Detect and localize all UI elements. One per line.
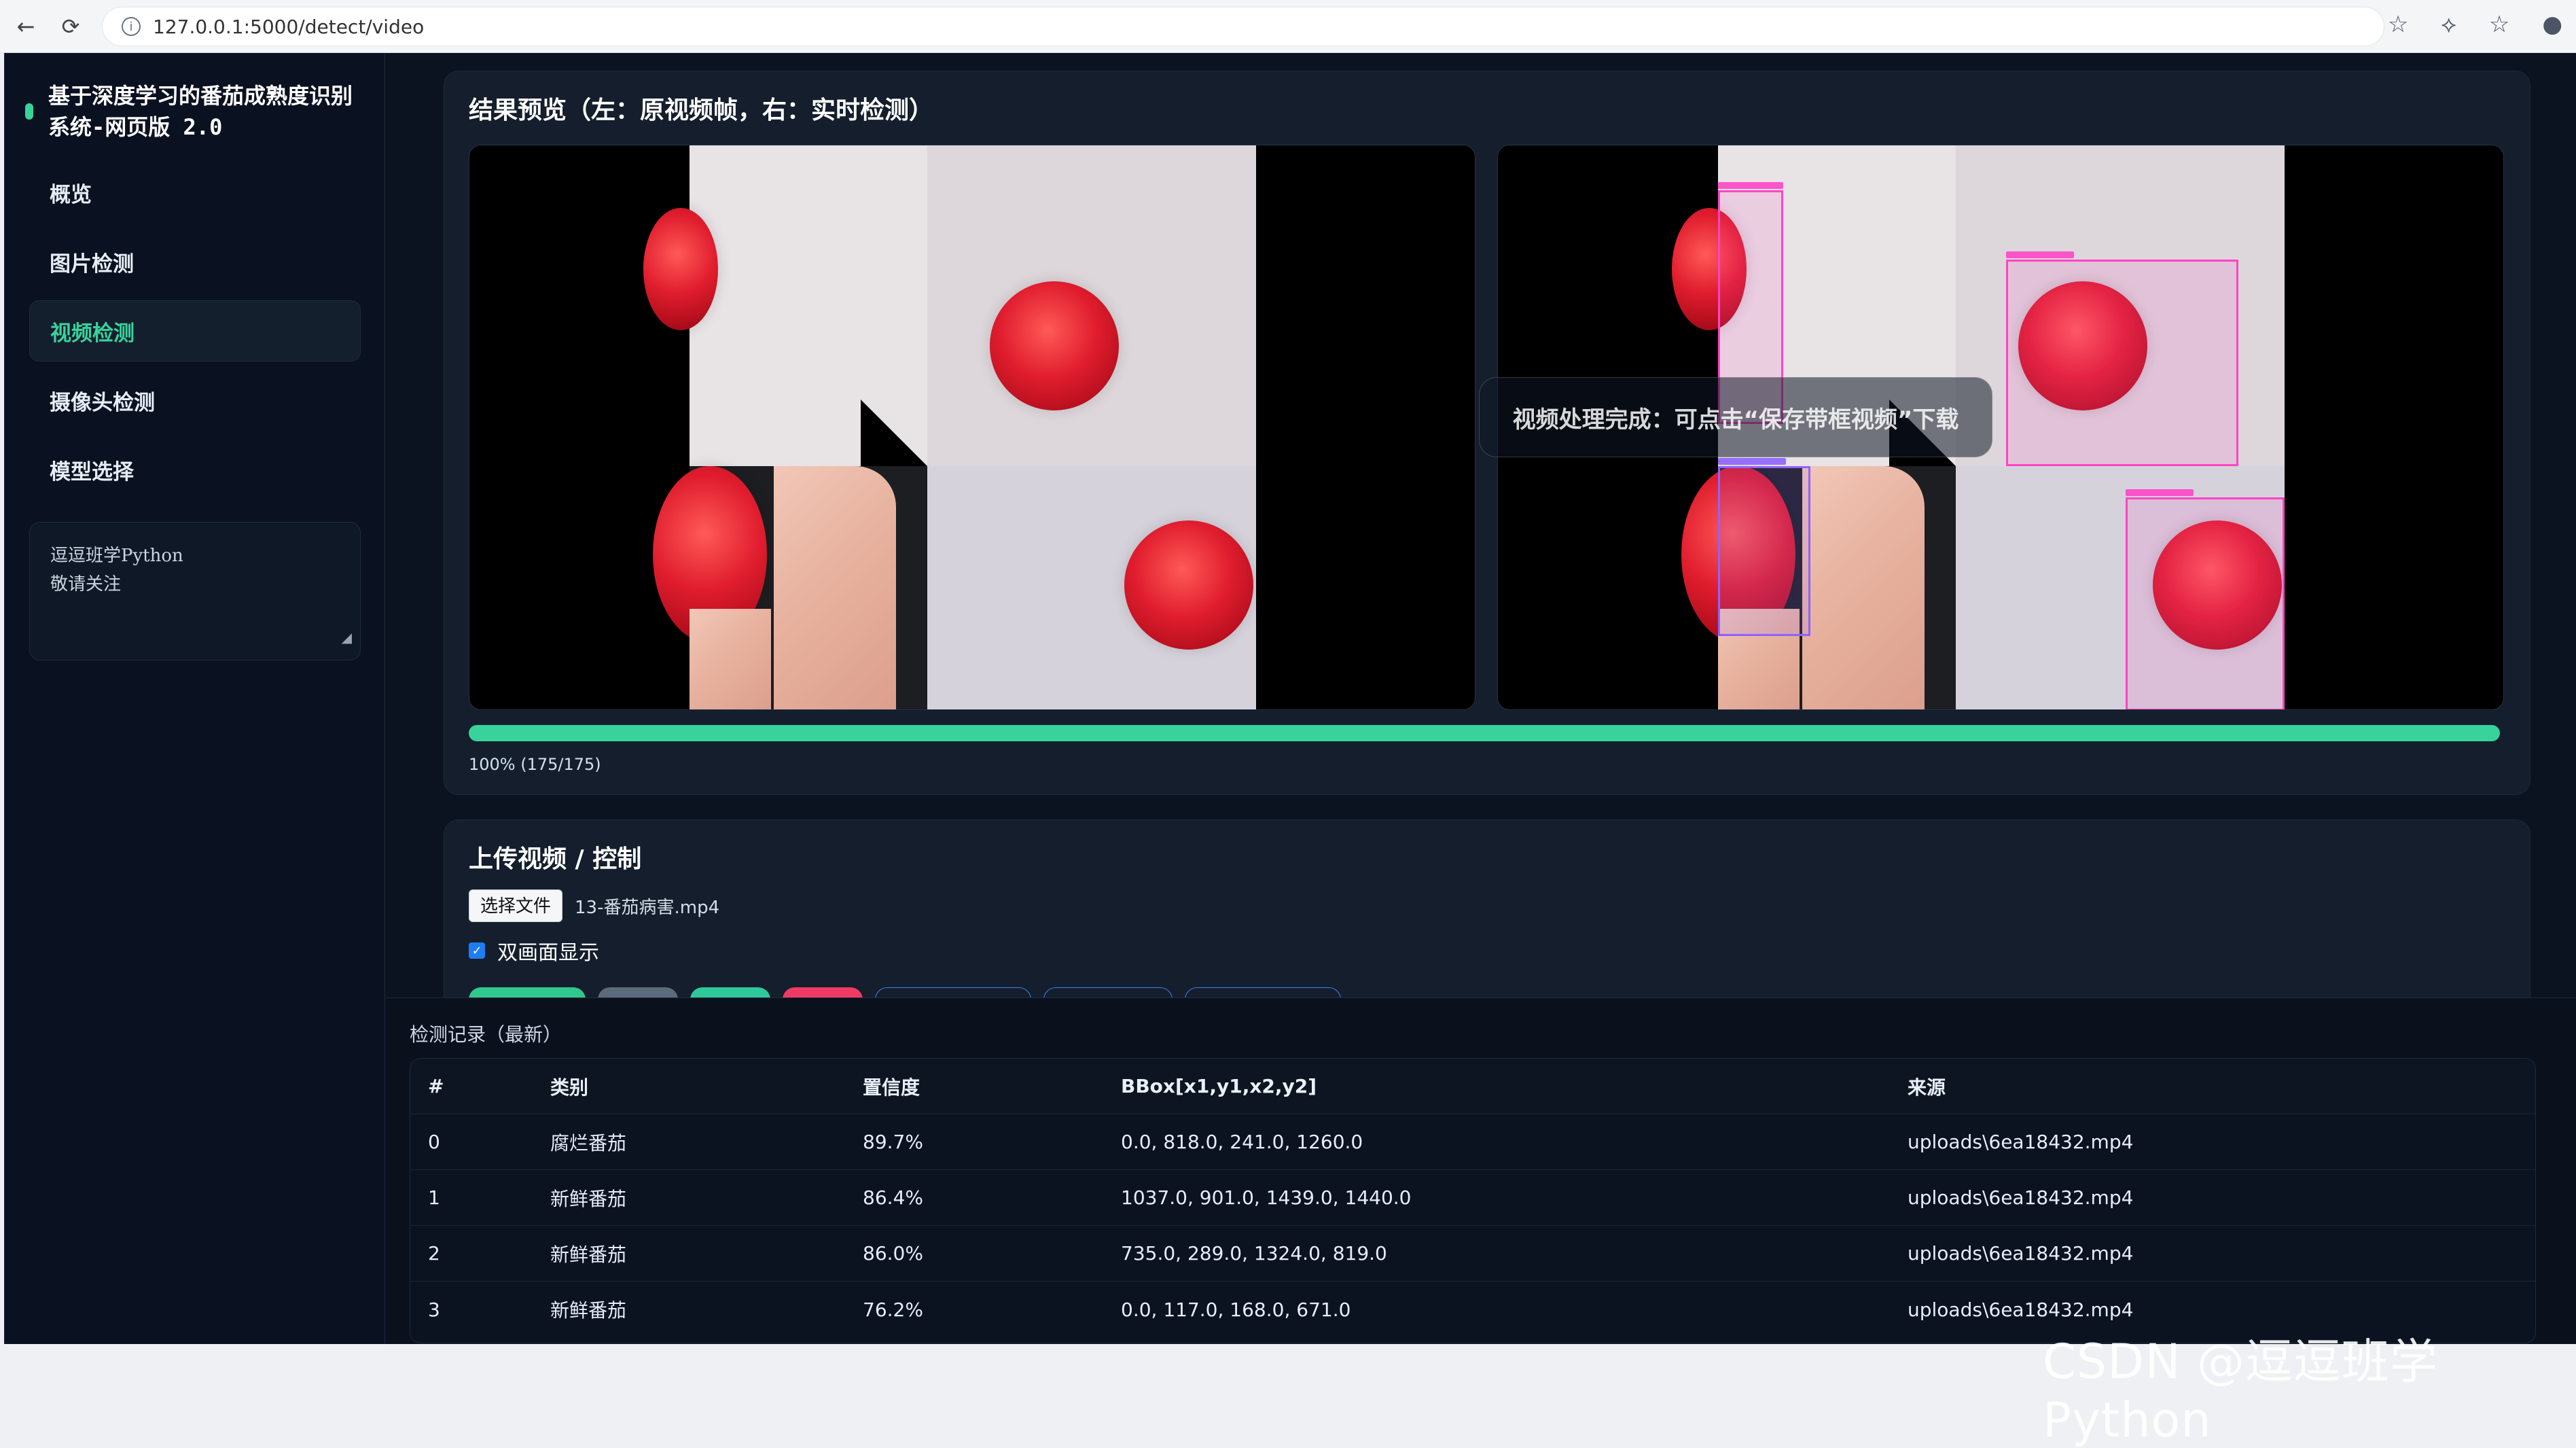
choose-file-button[interactable]: 选择文件 — [469, 889, 563, 922]
table-cell: 76.2% — [863, 1298, 923, 1321]
frame-quadrant — [1956, 466, 2285, 709]
records-title: 检测记录（最新） — [410, 1023, 562, 1046]
table-cell: uploads\6ea18432.mp4 — [1908, 1186, 2134, 1209]
sidebar-item-label: 视频检测 — [50, 321, 135, 346]
notes-textarea[interactable]: 逗逗班学Python 敬请关注 ◢ — [29, 522, 361, 660]
table-header-cell: 类别 — [550, 1076, 589, 1099]
table-row[interactable]: 1 新鲜番茄 86.4% 1037.0, 901.0, 1439.0, 1440… — [410, 1170, 2535, 1226]
dual-view-checkbox[interactable]: ✓ — [469, 942, 485, 959]
table-cell: 0.0, 818.0, 241.0, 1260.0 — [1121, 1131, 1363, 1153]
table-cell: 86.4% — [863, 1186, 923, 1209]
table-row[interactable]: 2 新鲜番茄 86.0% 735.0, 289.0, 1324.0, 819.0… — [410, 1226, 2535, 1282]
table-header-cell: # — [428, 1075, 444, 1097]
dual-view-label: 双画面显示 — [497, 941, 599, 965]
frame-quadrant — [927, 466, 1256, 709]
table-cell: 腐烂番茄 — [550, 1131, 627, 1154]
table-cell: 新鲜番茄 — [550, 1299, 627, 1322]
table-cell: 2 — [428, 1242, 440, 1265]
reload-icon[interactable]: ⟳ — [52, 7, 90, 46]
progress-fill — [469, 725, 2500, 741]
table-cell: 89.7% — [863, 1131, 923, 1153]
table-cell: 0 — [428, 1131, 440, 1153]
frame-quadrant — [643, 145, 927, 466]
sidebar-item-label: 概览 — [50, 182, 92, 207]
result-preview-card: 结果预览（左：原视频帧，右：实时检测） 视频处理完成：可点击“保存带框视频”下载… — [444, 71, 2530, 795]
browser-toolbar: ← ⟳ i 127.0.0.1:5000/detect/video ☆ ⟡ ☆ … — [0, 0, 2576, 53]
table-cell: 735.0, 289.0, 1324.0, 819.0 — [1121, 1242, 1387, 1265]
file-row: 选择文件 13-番茄病害.mp4 — [469, 889, 719, 922]
table-header-row: # 类别 置信度 BBox[x1,y1,x2,y2] 来源 — [410, 1059, 2535, 1114]
app-brand: 基于深度学习的番茄成熟度识别系统-网页版 2.0 — [25, 80, 365, 143]
table-cell: 1 — [428, 1186, 440, 1209]
processing-complete-message: 视频处理完成：可点击“保存带框视频”下载 — [1479, 377, 1992, 457]
resize-handle-icon[interactable]: ◢ — [342, 623, 352, 652]
sidebar-item-label: 摄像头检测 — [50, 390, 155, 415]
original-video-frame[interactable] — [469, 145, 1475, 710]
back-icon[interactable]: ← — [7, 7, 45, 46]
sidebar-item-video-detect[interactable]: 视频检测 — [29, 300, 361, 361]
main-content: 结果预览（左：原视频帧，右：实时检测） 视频处理完成：可点击“保存带框视频”下载… — [385, 53, 2576, 1344]
table-cell: 1037.0, 901.0, 1439.0, 1440.0 — [1121, 1186, 1412, 1209]
table-cell: 86.0% — [863, 1242, 923, 1265]
table-header-cell: 置信度 — [863, 1076, 920, 1099]
frame-quadrant — [1681, 458, 1956, 709]
detection-records-panel: 检测记录（最新） # 类别 置信度 BBox[x1,y1,x2,y2] 来源 0… — [385, 997, 2576, 1344]
table-cell: uploads\6ea18432.mp4 — [1908, 1298, 2134, 1321]
table-header-cell: 来源 — [1908, 1076, 1946, 1099]
table-cell: uploads\6ea18432.mp4 — [1908, 1131, 2134, 1153]
address-text: 127.0.0.1:5000/detect/video — [153, 15, 425, 38]
progress-label: 100% (175/175) — [469, 755, 601, 774]
notes-line: 逗逗班学Python — [50, 546, 183, 566]
address-bar[interactable]: i 127.0.0.1:5000/detect/video — [102, 7, 2384, 46]
frame-quadrant — [1956, 145, 2285, 466]
sidebar-item-model-select[interactable]: 模型选择 — [29, 439, 361, 500]
sidebar-item-label: 模型选择 — [50, 459, 134, 484]
table-cell: 3 — [428, 1298, 440, 1321]
favorites-icon[interactable]: ☆ — [2489, 11, 2509, 38]
upload-title: 上传视频 / 控制 — [469, 845, 642, 873]
records-table: # 类别 置信度 BBox[x1,y1,x2,y2] 来源 0 腐烂番茄 89.… — [410, 1058, 2536, 1343]
sidebar-item-camera-detect[interactable]: 摄像头检测 — [29, 370, 361, 431]
star-icon[interactable]: ☆ — [2388, 11, 2408, 38]
notes-line: 敬请关注 — [50, 574, 122, 595]
extension-icon[interactable]: ⟡ — [2441, 11, 2456, 38]
table-cell: 新鲜番茄 — [550, 1243, 627, 1266]
progress-bar — [469, 725, 2500, 741]
table-cell: uploads\6ea18432.mp4 — [1908, 1242, 2134, 1265]
app-title: 基于深度学习的番茄成熟度识别系统-网页版 2.0 — [48, 83, 353, 140]
frame-image — [643, 145, 1256, 709]
frame-quadrant — [653, 466, 927, 709]
table-cell: 0.0, 117.0, 168.0, 671.0 — [1121, 1298, 1351, 1321]
sidebar: 基于深度学习的番茄成熟度识别系统-网页版 2.0 概览 图片检测 视频检测 摄像… — [5, 53, 385, 1344]
app-window: 基于深度学习的番茄成熟度识别系统-网页版 2.0 概览 图片检测 视频检测 摄像… — [4, 53, 2576, 1448]
frame-quadrant — [927, 145, 1256, 466]
table-cell: 新鲜番茄 — [550, 1187, 627, 1210]
watermark: CSDN @逗逗班学Python — [2043, 1334, 2438, 1448]
preview-title: 结果预览（左：原视频帧，右：实时检测） — [469, 96, 934, 124]
status-dot-icon — [25, 103, 33, 120]
dual-view-option[interactable]: ✓ 双画面显示 — [469, 936, 599, 966]
sidebar-item-label: 图片检测 — [50, 251, 134, 277]
table-row[interactable]: 0 腐烂番茄 89.7% 0.0, 818.0, 241.0, 1260.0 u… — [410, 1114, 2535, 1170]
table-header-cell: BBox[x1,y1,x2,y2] — [1121, 1075, 1317, 1097]
profile-icon[interactable]: ● — [2542, 11, 2562, 38]
info-icon: i — [122, 17, 141, 36]
sidebar-menu: 概览 图片检测 视频检测 摄像头检测 模型选择 — [29, 162, 361, 508]
sidebar-item-image-detect[interactable]: 图片检测 — [29, 231, 361, 292]
selected-file-name: 13-番茄病害.mp4 — [575, 897, 720, 918]
browser-tools: ☆ ⟡ ☆ ● — [2388, 11, 2562, 38]
sidebar-item-overview[interactable]: 概览 — [29, 162, 361, 223]
